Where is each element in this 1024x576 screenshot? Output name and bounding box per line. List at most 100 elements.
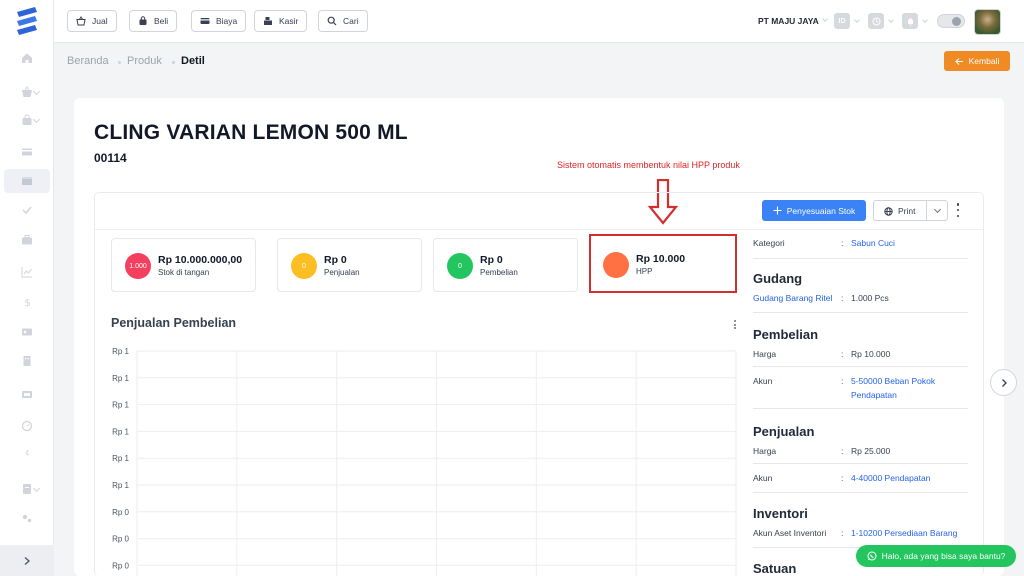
language-selector[interactable]: ID (834, 13, 850, 29)
document-icon (23, 484, 31, 494)
sidebar-item-home[interactable] (0, 46, 54, 70)
colon: : (841, 293, 844, 303)
chevron-down-icon (888, 17, 894, 23)
sidebar-item-contacts[interactable] (0, 320, 54, 344)
inventory-account-link[interactable]: 1-10200 Persediaan Barang (851, 528, 957, 538)
stat-stock-on-hand: 1.000 Rp 10.000.000,00 Stok di tangan (111, 238, 256, 292)
buy-button[interactable]: Beli (129, 10, 178, 32)
credit-card-icon (22, 148, 32, 156)
sidebar-item-settings[interactable] (0, 506, 54, 530)
purchase-account-link-cont[interactable]: Pendapatan (851, 390, 897, 400)
home-icon (22, 53, 32, 63)
sales-account-link[interactable]: 4-40000 Pendapatan (851, 473, 930, 483)
company-selector[interactable]: PT MAJU JAYA (758, 16, 819, 26)
breadcrumb-current: Detil (181, 55, 205, 67)
sales-account-label: Akun (753, 473, 773, 483)
chevron-down-icon (922, 17, 928, 23)
breadcrumb-separator (118, 61, 121, 64)
whatsapp-help-label: Halo, ada yang bisa saya bantu? (881, 551, 1006, 561)
warehouse-qty: 1.000 Pcs (851, 293, 889, 303)
gauge-icon (21, 420, 33, 432)
adjust-stock-label: Penyesuaian Stok (786, 205, 856, 216)
more-options-icon[interactable] (956, 203, 960, 217)
category-value-link[interactable]: Sabun Cuci (851, 238, 895, 248)
y-tick-label: Rp 1 (112, 401, 129, 410)
sales-purchase-chart: Rp 1 Rp 1 Rp 1 Rp 1 Rp 1 Rp 1 Rp 0 Rp 0 Rp 0 (112, 347, 737, 576)
check-icon (22, 206, 32, 215)
warehouse-link[interactable]: Gudang Barang Ritel (753, 293, 832, 303)
divider (753, 408, 968, 409)
purchase-account-label: Akun (753, 376, 773, 386)
globe-icon (884, 206, 893, 216)
sidebar-item-assets[interactable] (0, 228, 54, 252)
next-product-button[interactable] (990, 369, 1017, 396)
breadcrumb-products[interactable]: Produk (127, 55, 162, 67)
sidebar-item-tasks[interactable] (0, 198, 54, 222)
theme-toggle[interactable] (937, 14, 965, 28)
bell-icon[interactable] (902, 13, 918, 29)
divider (753, 463, 968, 464)
annotation-text: Sistem otomatis membentuk nilai HPP prod… (557, 160, 740, 170)
chevron-down-icon[interactable] (933, 205, 942, 214)
inventory-account-label: Akun Aset Inventori (753, 528, 827, 538)
sidebar-item-reports[interactable] (0, 260, 54, 284)
print-button-label: Print (898, 206, 916, 216)
user-avatar[interactable] (974, 9, 1001, 35)
sidebar-item-purchases[interactable] (0, 108, 54, 132)
chart-line-icon (21, 267, 32, 278)
sidebar-expand-button[interactable] (0, 545, 54, 576)
whatsapp-help-button[interactable]: Halo, ada yang bisa saya bantu? (856, 545, 1016, 567)
whatsapp-icon (867, 551, 877, 561)
chart-menu-icon[interactable] (734, 320, 736, 329)
search-button[interactable]: Cari (318, 10, 368, 32)
sidebar-item-finance[interactable]: $ (0, 290, 54, 314)
stat-badge: 1.000 (125, 253, 151, 279)
unit-heading: Satuan (753, 561, 797, 576)
app-logo[interactable] (13, 6, 41, 36)
sales-price-label: Harga (753, 446, 777, 456)
sidebar-item-expenses[interactable] (0, 140, 54, 164)
search-icon (327, 16, 337, 26)
colon: : (841, 446, 844, 456)
divider (95, 229, 983, 230)
sell-button[interactable]: Jual (67, 10, 117, 32)
adjust-stock-button[interactable]: Penyesuaian Stok (762, 200, 866, 221)
sidebar-item-budget[interactable] (0, 414, 54, 438)
y-tick-label: Rp 1 (112, 454, 129, 463)
sell-button-label: Jual (92, 16, 108, 26)
breadcrumb-home[interactable]: Beranda (67, 55, 109, 67)
purchase-heading: Pembelian (753, 327, 819, 342)
exchange-icon: ¢ (25, 448, 30, 457)
y-tick-label: Rp 0 (112, 535, 129, 544)
breadcrumb-separator (172, 61, 175, 64)
svg-text:¢: ¢ (25, 448, 30, 457)
colon: : (841, 376, 844, 386)
chevron-down-icon (32, 115, 41, 124)
chevron-down-icon (854, 17, 860, 23)
stat-label: Pembelian (480, 268, 518, 277)
y-tick-label: Rp 1 (112, 481, 129, 490)
product-name: CLING VARIAN LEMON 500 ML (94, 121, 408, 144)
clock-icon[interactable] (868, 13, 884, 29)
print-button[interactable]: Print (873, 200, 948, 221)
sidebar-item-sales[interactable] (0, 80, 54, 104)
credit-card-icon (200, 18, 210, 24)
divider (753, 366, 968, 367)
sidebar-item-products[interactable] (4, 169, 50, 193)
building-icon (23, 356, 31, 366)
sidebar-item-currency[interactable]: ¢ (0, 440, 54, 464)
back-button[interactable]: Kembali (944, 51, 1010, 71)
expense-button[interactable]: Biaya (191, 10, 247, 32)
cash-register-icon (264, 17, 272, 25)
chevron-right-icon (24, 556, 30, 565)
sidebar-item-company[interactable] (0, 349, 54, 373)
colon: : (841, 238, 844, 248)
buy-button-label: Beli (154, 16, 169, 26)
chevron-down-icon (822, 16, 828, 22)
purchase-account-link[interactable]: 5-50000 Beban Pokok (851, 376, 935, 386)
basket-icon (22, 86, 32, 97)
cashier-button[interactable]: Kasir (254, 10, 308, 32)
sidebar-item-documents[interactable] (0, 477, 54, 501)
address-card-icon (22, 328, 32, 336)
sidebar-item-payment[interactable] (0, 382, 54, 406)
